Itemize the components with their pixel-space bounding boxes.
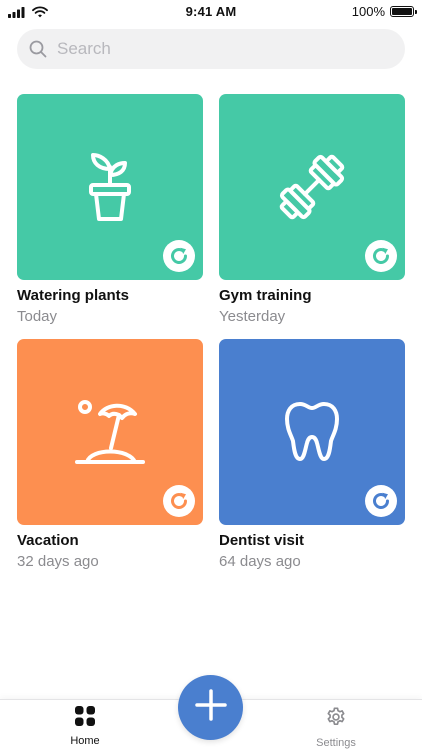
- tab-home-label: Home: [70, 735, 100, 747]
- reminder-card-vacation[interactable]: Vacation 32 days ago: [17, 339, 203, 570]
- gear-icon: [325, 706, 347, 733]
- reminder-card-gym-training[interactable]: Gym training Yesterday: [219, 94, 405, 325]
- card-subtitle: 32 days ago: [17, 553, 99, 570]
- dumbbell-icon: [275, 150, 349, 224]
- card-tile[interactable]: [219, 339, 405, 525]
- plus-icon: [194, 688, 228, 727]
- repeat-badge: [365, 485, 397, 517]
- repeat-icon: [171, 247, 187, 264]
- card-subtitle: 64 days ago: [219, 553, 301, 570]
- card-tile[interactable]: [17, 94, 203, 280]
- card-subtitle: Today: [17, 308, 58, 325]
- tab-settings[interactable]: Settings: [296, 706, 376, 749]
- grid-icon: [75, 706, 95, 731]
- reminder-card-watering-plants[interactable]: Watering plants Today: [17, 94, 203, 325]
- beach-umbrella-icon: [75, 398, 145, 466]
- card-title: Dentist visit: [219, 532, 305, 549]
- tab-settings-label: Settings: [316, 737, 356, 749]
- reminder-card-dentist-visit[interactable]: Dentist visit 64 days ago: [219, 339, 405, 570]
- repeat-badge: [163, 485, 195, 517]
- battery-percentage: 100%: [351, 4, 385, 19]
- add-reminder-button[interactable]: [178, 675, 243, 740]
- repeat-badge: [163, 240, 195, 272]
- search-icon: [29, 40, 47, 58]
- card-title: Vacation: [17, 532, 79, 549]
- repeat-badge: [365, 240, 397, 272]
- search-input[interactable]: [55, 38, 379, 60]
- card-subtitle: Yesterday: [219, 308, 286, 325]
- repeat-icon: [373, 247, 389, 264]
- tab-home[interactable]: Home: [45, 706, 125, 747]
- status-bar: 9:41 AM 100%: [0, 0, 422, 24]
- tooth-icon: [284, 401, 340, 463]
- plant-pot-icon: [87, 151, 133, 223]
- search-bar[interactable]: [17, 29, 405, 69]
- status-right: 100%: [351, 4, 417, 19]
- battery-icon: [390, 6, 417, 17]
- card-tile[interactable]: [219, 94, 405, 280]
- repeat-icon: [171, 492, 187, 509]
- repeat-icon: [373, 492, 389, 509]
- card-tile[interactable]: [17, 339, 203, 525]
- card-title: Gym training: [219, 287, 312, 304]
- card-title: Watering plants: [17, 287, 129, 304]
